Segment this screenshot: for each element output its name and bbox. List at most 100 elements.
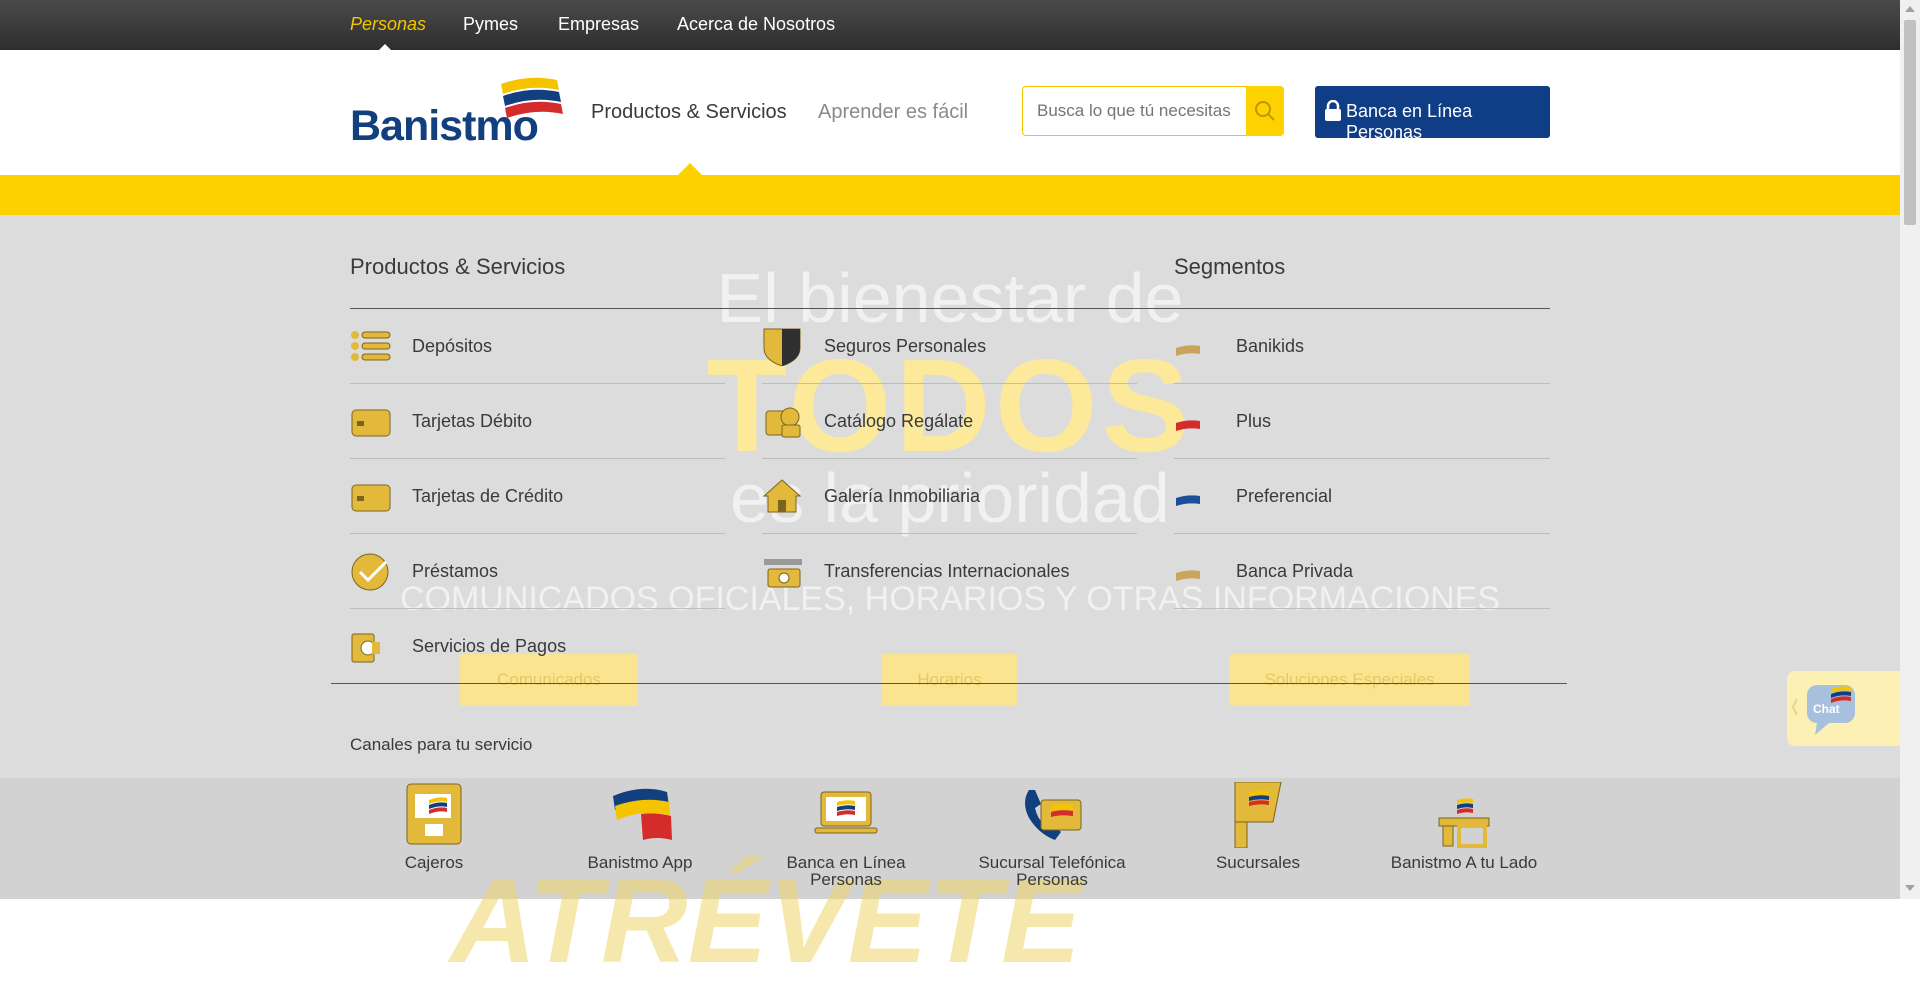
channel-label: Banistmo A tu Lado — [1390, 853, 1538, 872]
menu-item-tarjetas-credito[interactable]: Tarjetas de Crédito — [350, 464, 725, 539]
house-icon — [762, 479, 802, 513]
topnav-pymes[interactable]: Pymes — [463, 14, 518, 35]
top-navigation-bar: Personas Pymes Empresas Acerca de Nosotr… — [0, 0, 1900, 50]
menu-item-label: Tarjetas Débito — [412, 411, 533, 431]
segments-section-title: Segmentos — [1174, 254, 1286, 279]
topnav-acerca[interactable]: Acerca de Nosotros — [677, 14, 835, 35]
segment-label: Banikids — [1236, 336, 1305, 356]
divider — [1174, 608, 1550, 609]
channel-label: Banca en Línea Personas — [786, 853, 906, 889]
menu-item-seguros[interactable]: Seguros Personales — [762, 314, 1137, 389]
channel-cajeros[interactable]: Cajeros — [349, 782, 519, 871]
menu-bottom-rule — [331, 683, 1567, 684]
topnav-empresas[interactable]: Empresas — [558, 14, 639, 35]
atm-icon — [399, 782, 469, 848]
logo-flag-icon — [501, 77, 563, 118]
menu-item-galeria[interactable]: Galería Inmobiliaria — [762, 464, 1137, 539]
menu-item-servicios-pagos[interactable]: Servicios de Pagos — [350, 614, 725, 689]
menu-item-label: Depósitos — [412, 336, 493, 356]
channel-label: Sucursales — [1215, 853, 1301, 872]
menu-item-prestamos[interactable]: Préstamos — [350, 539, 725, 614]
menu-item-label: Tarjetas de Crédito — [412, 486, 564, 506]
divider — [350, 383, 725, 384]
channel-label: Banistmo App — [587, 853, 693, 872]
channel-a-tu-lado[interactable]: Banistmo A tu Lado — [1379, 782, 1549, 871]
laptop-icon — [811, 782, 881, 848]
banikids-flag-icon — [1176, 345, 1200, 356]
nav-aprender[interactable]: Aprender es fácil — [818, 101, 968, 124]
menu-caret — [678, 163, 702, 175]
debit-card-icon — [351, 409, 391, 437]
divider — [350, 608, 725, 609]
chat-bubble-icon: Chat — [1791, 685, 1855, 735]
segment-label: Plus — [1236, 411, 1272, 431]
menu-item-label: Préstamos — [412, 561, 499, 581]
search-button[interactable] — [1246, 86, 1284, 136]
menu-item-label: Transferencias Internacionales — [824, 561, 1070, 581]
shield-icon — [763, 328, 801, 366]
lock-icon — [1325, 100, 1341, 121]
list-icon — [351, 331, 391, 361]
channels-title: Canales para tu servicio — [350, 735, 533, 754]
channel-sucursales[interactable]: Sucursales — [1173, 781, 1343, 872]
menu-item-label: Seguros Personales — [824, 336, 987, 356]
scroll-up-arrow-icon[interactable] — [1905, 6, 1915, 12]
check-circle-icon — [351, 553, 389, 591]
divider — [1174, 383, 1550, 384]
segment-banca-privada[interactable]: Banca Privada — [1174, 539, 1550, 614]
divider — [1174, 458, 1550, 459]
menu-item-label: Servicios de Pagos — [412, 636, 567, 656]
divider — [762, 458, 1137, 459]
banca-en-linea-button[interactable]: Banca en Línea Personas — [1315, 86, 1550, 142]
segment-preferencial[interactable]: Preferencial — [1174, 464, 1550, 539]
divider — [350, 533, 725, 534]
horarios-button[interactable]: Horarios — [881, 654, 1018, 706]
scroll-down-arrow-icon[interactable] — [1905, 885, 1915, 891]
segment-label: Preferencial — [1236, 486, 1333, 506]
menu-item-tarjetas-debito[interactable]: Tarjetas Débito — [350, 389, 725, 464]
chat-widget[interactable]: Chat — [1787, 671, 1900, 746]
scroll-thumb[interactable] — [1904, 20, 1916, 225]
transfer-icon — [764, 559, 802, 588]
channel-label: Sucursal Telefónica Personas — [978, 853, 1126, 889]
payments-icon — [351, 633, 380, 663]
search-box — [1022, 86, 1284, 136]
nav-productos-servicios[interactable]: Productos & Servicios — [591, 101, 787, 124]
page-scrollbar[interactable] — [1900, 0, 1920, 899]
search-input[interactable] — [1035, 100, 1244, 122]
banca-privada-flag-icon — [1176, 570, 1200, 581]
channel-label: Cajeros — [404, 853, 464, 872]
menu-item-catalogo[interactable]: Catálogo Regálate — [762, 389, 1137, 464]
soluciones-especiales-button[interactable]: Soluciones Especiales — [1229, 654, 1470, 706]
menu-item-label: Catálogo Regálate — [824, 411, 974, 431]
phone-icon — [1017, 782, 1087, 848]
chat-label: Chat — [1813, 702, 1840, 716]
divider — [1174, 533, 1550, 534]
yellow-band — [0, 175, 1900, 215]
divider — [762, 383, 1137, 384]
search-icon — [1255, 101, 1275, 121]
divider — [762, 533, 1137, 534]
menu-top-rule — [350, 308, 1550, 309]
preferencial-flag-icon — [1176, 495, 1200, 506]
agent-icon — [1429, 782, 1499, 848]
segment-plus[interactable]: Plus — [1174, 389, 1550, 464]
main-header: Banistmo Productos & Servicios Aprender … — [0, 50, 1900, 175]
app-icon — [605, 782, 675, 848]
channel-banca-en-linea[interactable]: Banca en Línea Personas — [761, 782, 931, 888]
banistmo-logo[interactable]: Banistmo — [350, 72, 565, 152]
banca-en-linea-label: Banca en Línea Personas — [1346, 101, 1473, 142]
segment-banikids[interactable]: Banikids — [1174, 314, 1550, 389]
branch-icon — [1223, 781, 1293, 849]
channel-banistmo-app[interactable]: Banistmo App — [555, 782, 725, 871]
menu-item-transferencias[interactable]: Transferencias Internacionales — [762, 539, 1137, 614]
credit-card-icon — [351, 484, 391, 512]
segment-label: Banca Privada — [1236, 561, 1354, 581]
divider — [350, 458, 725, 459]
menu-item-depositos[interactable]: Depósitos — [350, 314, 725, 389]
menu-item-label: Galería Inmobiliaria — [824, 486, 981, 506]
topnav-personas[interactable]: Personas — [350, 14, 426, 35]
products-section-title: Productos & Servicios — [350, 254, 566, 279]
plus-flag-icon — [1176, 420, 1200, 431]
channel-sucursal-telefonica[interactable]: Sucursal Telefónica Personas — [967, 782, 1137, 888]
